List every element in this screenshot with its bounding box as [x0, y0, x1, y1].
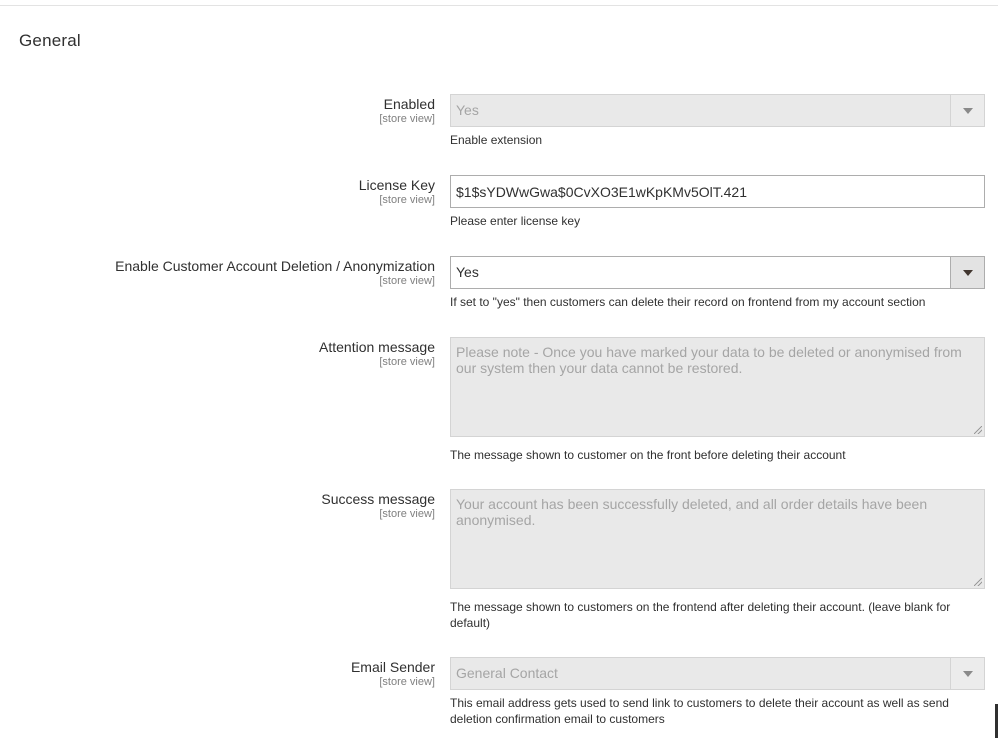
- success-message-scope: [store view]: [379, 508, 435, 520]
- field-label: Email Sender [store view]: [351, 659, 435, 689]
- attention-message-textarea[interactable]: Please note - Once you have marked your …: [450, 337, 985, 437]
- email-sender-note: This email address gets used to send lin…: [450, 696, 949, 726]
- email-sender-label: Email Sender: [350, 659, 435, 675]
- account-deletion-note: If set to "yes" then customers can delet…: [450, 295, 926, 309]
- account-deletion-select-value: Yes: [456, 264, 479, 280]
- enabled-select-value: Yes: [456, 102, 479, 118]
- license-key-scope: [store view]: [379, 194, 435, 206]
- license-key-note: Please enter license key: [450, 214, 581, 228]
- field-label: Enabled [store view]: [379, 96, 435, 126]
- enabled-select[interactable]: Yes: [450, 94, 985, 127]
- chevron-down-icon: [950, 95, 984, 126]
- field-label: Success message [store view]: [321, 491, 435, 521]
- field-label: License Key [store view]: [359, 177, 435, 207]
- attention-message-scope: [store view]: [379, 356, 435, 368]
- section-title: General: [19, 31, 81, 50]
- field-label: Enable Customer Account Deletion / Anony…: [115, 258, 435, 288]
- resize-handle-icon[interactable]: [974, 578, 982, 586]
- account-deletion-label: Enable Customer Account Deletion / Anony…: [115, 258, 435, 274]
- enabled-note: Enable extension: [450, 133, 543, 147]
- success-message-control: Your account has been successfully delet…: [450, 489, 985, 631]
- enabled-scope: [store view]: [379, 113, 435, 125]
- license-key-input[interactable]: [450, 175, 985, 208]
- field-label: Attention message [store view]: [319, 339, 435, 369]
- license-key-control: Please enter license key: [450, 175, 985, 229]
- license-key-label: License Key: [358, 177, 435, 193]
- success-message-note: The message shown to customers on the fr…: [450, 600, 951, 630]
- success-message-label: Success message: [321, 491, 435, 507]
- account-deletion-select[interactable]: Yes: [450, 256, 985, 289]
- enabled-control: Yes Enable extension: [450, 94, 985, 148]
- attention-message-note: The message shown to customer on the fro…: [450, 448, 846, 462]
- resize-handle-icon[interactable]: [974, 426, 982, 434]
- email-sender-scope: [store view]: [379, 676, 435, 688]
- email-sender-control: General Contact This email address gets …: [450, 657, 985, 727]
- chevron-down-icon: [950, 658, 984, 689]
- success-message-textarea[interactable]: Your account has been successfully delet…: [450, 489, 985, 589]
- top-divider: [0, 5, 998, 6]
- attention-message-label: Attention message: [319, 339, 435, 355]
- success-message-text: Your account has been successfully delet…: [456, 496, 928, 528]
- attention-message-text: Please note - Once you have marked your …: [456, 344, 962, 376]
- account-deletion-scope: [store view]: [379, 275, 435, 287]
- enabled-label: Enabled: [383, 96, 435, 112]
- email-sender-select[interactable]: General Contact: [450, 657, 985, 690]
- chevron-down-icon: [950, 257, 984, 288]
- attention-message-control: Please note - Once you have marked your …: [450, 337, 985, 463]
- email-sender-select-value: General Contact: [456, 665, 558, 681]
- account-deletion-control: Yes If set to "yes" then customers can d…: [450, 256, 985, 310]
